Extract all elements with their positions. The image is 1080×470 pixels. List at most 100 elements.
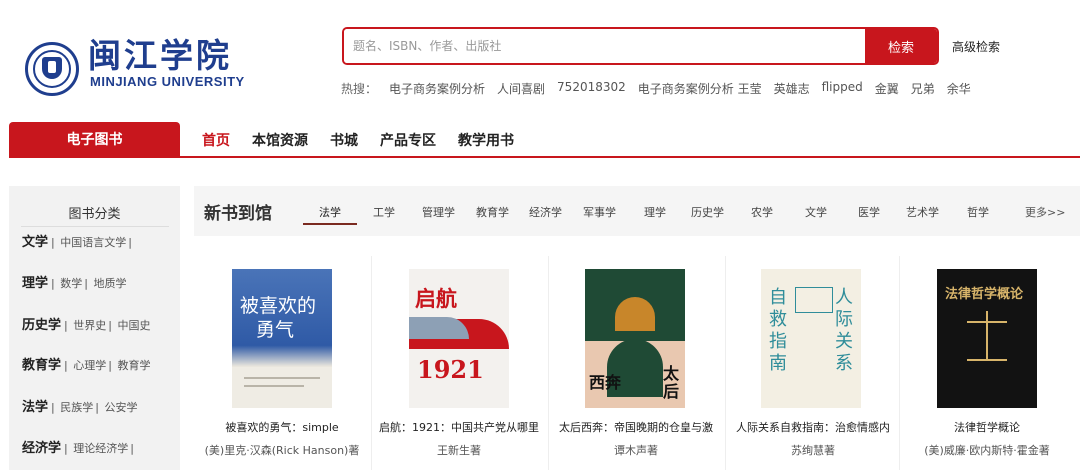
category-sub[interactable]: 中国语言文学 bbox=[60, 236, 126, 249]
book-title[interactable]: 启航：1921：中国共产党从哪里 bbox=[371, 419, 547, 435]
book-card[interactable]: 被喜欢的 勇气 被喜欢的勇气：simple (美)里克·汉森(Rick Hans… bbox=[194, 256, 370, 470]
subject-tab-history[interactable]: 历史学 bbox=[691, 204, 724, 220]
main-nav: 首页 本馆资源 书城 产品专区 教学用书 bbox=[202, 122, 536, 158]
hot-keyword[interactable]: 兄弟 bbox=[911, 80, 935, 96]
category-row: 文学 | 中国语言文学 | bbox=[22, 235, 132, 250]
advanced-search-link[interactable]: 高级检索 bbox=[952, 38, 1000, 55]
hot-search-list: 热搜： 电子商务案例分析 人间喜剧 752018302 电子商务案例分析 王莹 … bbox=[341, 80, 983, 96]
hot-keyword[interactable]: 电子商务案例分析 王莹 bbox=[638, 80, 762, 96]
ebook-tab[interactable]: 电子图书 bbox=[9, 122, 180, 158]
cover-title-text: 1921 bbox=[417, 355, 484, 384]
logo-english-name[interactable]: MINJIANG UNIVERSITY bbox=[90, 74, 245, 89]
category-sub[interactable]: 理论经济学 bbox=[73, 442, 128, 455]
subject-tab-art[interactable]: 艺术学 bbox=[906, 204, 939, 220]
cover-title-text: 自救指南 bbox=[769, 287, 787, 374]
book-card[interactable]: 启航 1921 启航：1921：中国共产党从哪里 王新生著 bbox=[371, 256, 547, 470]
sidebar-title-divider bbox=[21, 226, 169, 227]
category-row: 法学 | 民族学 | 公安学 bbox=[22, 400, 138, 415]
category-sub[interactable]: 心理学 bbox=[73, 359, 106, 372]
book-author: (美)里克·汉森(Rick Hanson)著 bbox=[204, 444, 360, 457]
category-main[interactable]: 法学 bbox=[22, 400, 48, 415]
subject-tab-agriculture[interactable]: 农学 bbox=[751, 204, 773, 220]
hot-keyword[interactable]: 金翼 bbox=[875, 80, 899, 96]
book-author: 谭木声著 bbox=[614, 444, 658, 457]
subject-tab-military[interactable]: 军事学 bbox=[583, 204, 616, 220]
hot-keyword[interactable]: flipped bbox=[822, 80, 863, 96]
subject-tab-science[interactable]: 理学 bbox=[644, 204, 666, 220]
category-sub[interactable]: 公安学 bbox=[104, 401, 137, 414]
book-author: 王新生著 bbox=[437, 444, 481, 457]
subject-tab-law[interactable]: 法学 bbox=[319, 204, 341, 220]
book-card[interactable]: 西奔 太后 太后西奔：帝国晚期的仓皇与激 谭木声著 bbox=[548, 256, 724, 470]
book-card[interactable]: 法律哲学概论 法律哲学概论 (美)威廉·欧内斯特·霍金著 bbox=[899, 256, 1075, 470]
book-cover[interactable]: 自救指南 人际关系 bbox=[761, 269, 861, 408]
book-author: (美)威廉·欧内斯特·霍金著 bbox=[924, 444, 1050, 457]
hot-keyword[interactable]: 752018302 bbox=[557, 80, 626, 96]
cover-line bbox=[244, 385, 304, 387]
book-cover[interactable]: 被喜欢的 勇气 bbox=[232, 269, 332, 408]
hot-keyword[interactable]: 电子商务案例分析 bbox=[389, 80, 485, 96]
sidebar-title: 图书分类 bbox=[68, 207, 121, 222]
subject-tab-medicine[interactable]: 医学 bbox=[858, 204, 880, 220]
hot-keyword[interactable]: 英雄志 bbox=[774, 80, 810, 96]
hot-keyword[interactable]: 人间喜剧 bbox=[497, 80, 545, 96]
category-main[interactable]: 理学 bbox=[22, 276, 48, 291]
nav-textbooks[interactable]: 教学用书 bbox=[458, 130, 514, 150]
cover-line bbox=[244, 377, 320, 379]
new-books-header: 新书到馆 法学 工学 管理学 教育学 经济学 军事学 理学 历史学 农学 文学 … bbox=[194, 186, 1080, 236]
subject-tab-philosophy[interactable]: 哲学 bbox=[967, 204, 989, 220]
book-cover[interactable]: 西奔 太后 bbox=[585, 269, 685, 408]
cover-title-text: 法律哲学概论 bbox=[945, 287, 1024, 302]
book-title[interactable]: 被喜欢的勇气：simple bbox=[194, 419, 370, 435]
category-main[interactable]: 经济学 bbox=[22, 441, 61, 456]
category-sidebar: 图书分类 文学 | 中国语言文学 | 理学 | 数学 | 地质学 历史学 | 世界史 | 中… bbox=[9, 186, 180, 470]
seal-emblem-icon bbox=[42, 57, 62, 79]
category-row: 经济学 | 理论经济学 | bbox=[22, 441, 134, 456]
cover-title-text: 西奔 bbox=[589, 373, 622, 392]
subject-tab-literature[interactable]: 文学 bbox=[805, 204, 827, 220]
search-bar: 检索 bbox=[342, 27, 939, 65]
cover-title-text: 被喜欢的 bbox=[240, 295, 317, 317]
book-cover[interactable]: 启航 1921 bbox=[409, 269, 509, 408]
cover-arch bbox=[615, 297, 655, 331]
book-title[interactable]: 法律哲学概论 bbox=[899, 419, 1075, 435]
cover-wave bbox=[409, 317, 469, 339]
book-title[interactable]: 太后西奔：帝国晚期的仓皇与激 bbox=[548, 419, 724, 435]
category-main[interactable]: 历史学 bbox=[22, 318, 61, 333]
subject-tab-education[interactable]: 教育学 bbox=[476, 204, 509, 220]
category-main[interactable]: 教育学 bbox=[22, 358, 61, 373]
cover-title-text: 启航 bbox=[415, 286, 457, 311]
nav-divider bbox=[9, 156, 1080, 158]
university-seal-logo[interactable] bbox=[25, 42, 79, 96]
category-row: 教育学 | 心理学 | 教育学 bbox=[22, 358, 151, 373]
category-sub[interactable]: 地质学 bbox=[93, 277, 126, 290]
book-author: 苏绚慧著 bbox=[791, 444, 835, 457]
nav-bookstore[interactable]: 书城 bbox=[330, 130, 358, 150]
cover-title-text: 勇气 bbox=[256, 319, 295, 341]
category-sub[interactable]: 数学 bbox=[60, 277, 82, 290]
new-books-title: 新书到馆 bbox=[204, 204, 272, 224]
cover-center-box bbox=[795, 287, 833, 313]
subject-tab-engineering[interactable]: 工学 bbox=[373, 204, 395, 220]
book-card[interactable]: 自救指南 人际关系 人际关系自救指南：治愈情感内 苏绚慧著 bbox=[725, 256, 901, 470]
category-main[interactable]: 文学 bbox=[22, 235, 48, 250]
subject-tab-management[interactable]: 管理学 bbox=[422, 204, 455, 220]
nav-product-zone[interactable]: 产品专区 bbox=[380, 130, 436, 150]
search-input[interactable] bbox=[344, 29, 865, 63]
cover-band bbox=[232, 367, 332, 408]
scales-of-justice-icon bbox=[967, 311, 1007, 361]
nav-library-resources[interactable]: 本馆资源 bbox=[252, 130, 308, 150]
category-sub[interactable]: 教育学 bbox=[117, 359, 150, 372]
nav-home[interactable]: 首页 bbox=[202, 130, 230, 150]
hot-keyword[interactable]: 余华 bbox=[947, 80, 971, 96]
logo-chinese-name[interactable]: 闽江学院 bbox=[88, 36, 232, 76]
category-sub[interactable]: 世界史 bbox=[73, 319, 106, 332]
category-sub[interactable]: 民族学 bbox=[60, 401, 93, 414]
book-cover[interactable]: 法律哲学概论 bbox=[937, 269, 1037, 408]
category-sub[interactable]: 中国史 bbox=[117, 319, 150, 332]
active-subject-underline bbox=[303, 223, 357, 225]
search-button[interactable]: 检索 bbox=[865, 29, 937, 63]
more-link[interactable]: 更多>> bbox=[1025, 204, 1065, 220]
book-title[interactable]: 人际关系自救指南：治愈情感内 bbox=[725, 419, 901, 435]
subject-tab-economics[interactable]: 经济学 bbox=[529, 204, 562, 220]
